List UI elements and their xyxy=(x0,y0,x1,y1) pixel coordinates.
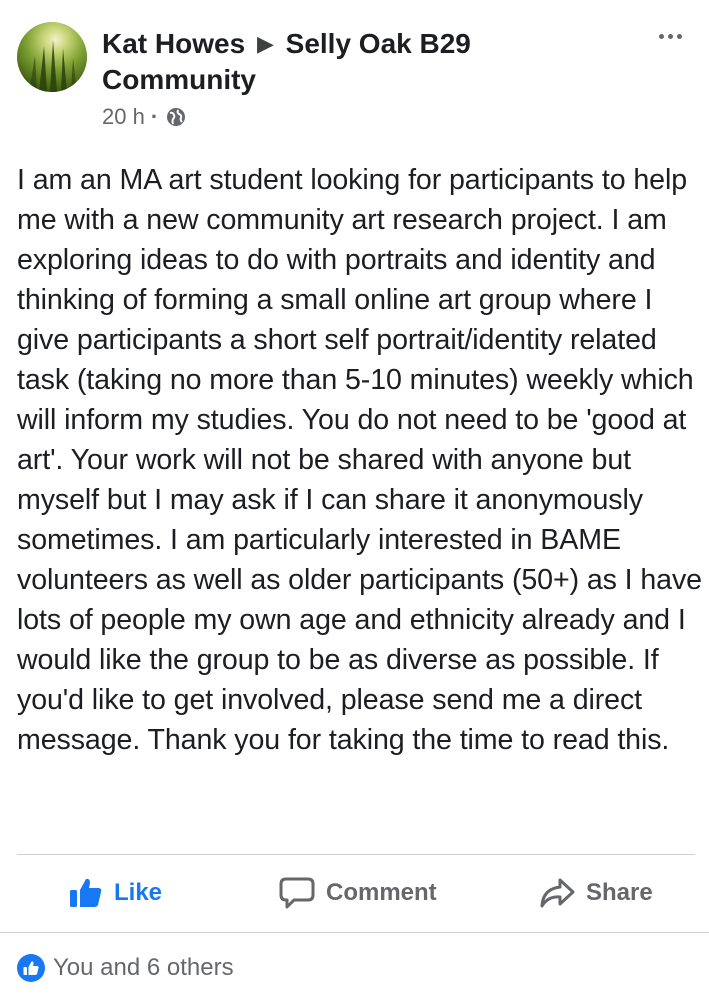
comment-button[interactable]: Comment xyxy=(278,855,437,931)
post-body-text: I am an MA art student looking for parti… xyxy=(17,164,702,756)
post-header: Kat Howes ▶ Selly Oak B29 Community xyxy=(102,26,622,98)
share-label: Share xyxy=(586,879,653,906)
share-button[interactable]: Share xyxy=(538,855,653,931)
post-timestamp[interactable]: 20 h xyxy=(102,104,145,130)
author-avatar[interactable] xyxy=(17,22,87,92)
post-options-button[interactable] xyxy=(652,22,688,50)
reactions-summary[interactable]: You and 6 others xyxy=(17,954,234,982)
post-meta: 20 h · xyxy=(102,104,186,130)
globe-icon xyxy=(166,107,186,127)
meta-separator: · xyxy=(150,104,159,129)
more-horizontal-icon xyxy=(658,33,664,39)
like-label: Like xyxy=(114,879,163,906)
speech-bubble-icon xyxy=(279,877,315,909)
reactions-text: You and 6 others xyxy=(53,954,234,981)
divider xyxy=(0,932,709,933)
comment-label: Comment xyxy=(326,879,437,906)
share-arrow-icon xyxy=(540,878,575,908)
author-name[interactable]: Kat Howes xyxy=(102,28,245,59)
avatar-image xyxy=(29,40,77,92)
like-reaction-icon xyxy=(17,954,45,982)
post-actions-bar: Like Comment Share xyxy=(0,855,709,931)
like-button[interactable]: Like xyxy=(68,855,162,931)
posted-in-arrow-icon: ▶ xyxy=(256,31,274,56)
thumbs-up-icon xyxy=(70,878,102,907)
feed-post: Kat Howes ▶ Selly Oak B29 Community 20 h… xyxy=(0,0,709,1003)
